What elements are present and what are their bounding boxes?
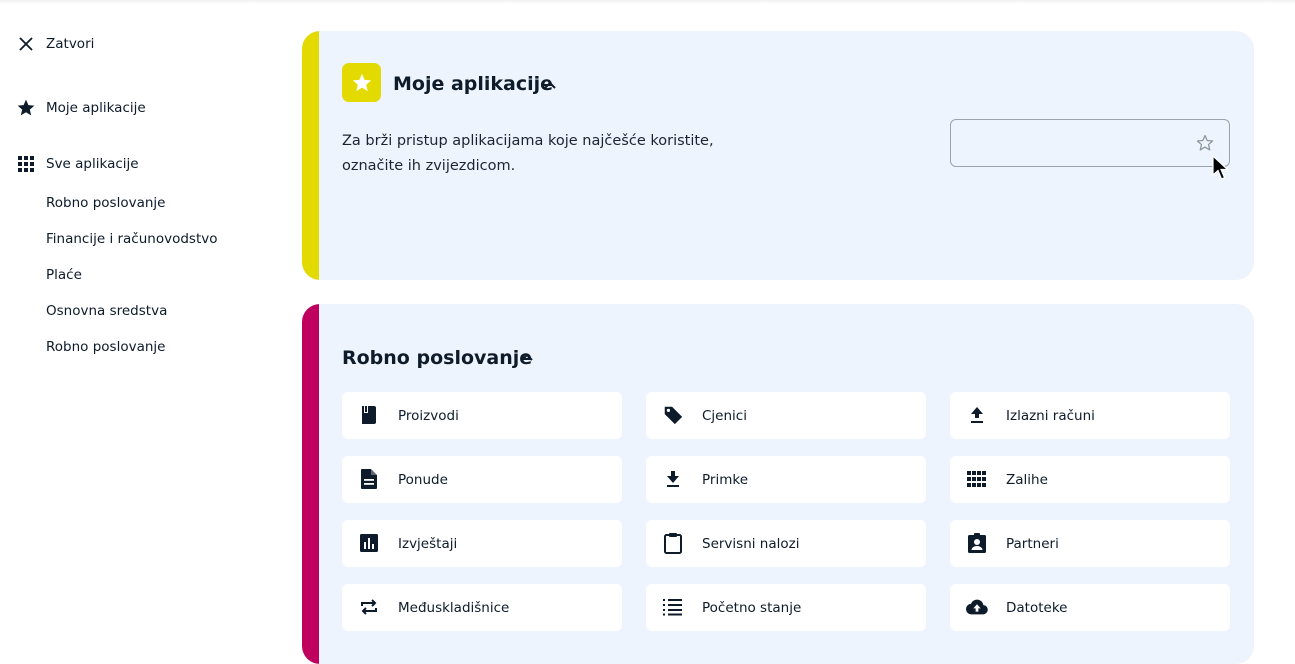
app-tile-label: Ponude: [398, 472, 448, 488]
mouse-cursor-icon: [1212, 154, 1230, 185]
sidebar-item-my-apps[interactable]: Moje aplikacije: [16, 98, 146, 118]
app-tile-proizvodi[interactable]: Proizvodi: [342, 392, 622, 439]
star-badge-icon: [342, 63, 381, 102]
app-tile-izvjestaji[interactable]: Izvještaji: [342, 520, 622, 567]
star-icon: [16, 98, 36, 118]
robno-poslovanje-card: Robno poslovanje Proizvodi Cjenici Izlaz…: [302, 304, 1254, 664]
chevron-up-icon[interactable]: [517, 347, 537, 367]
app-tile-datoteke[interactable]: Datoteke: [950, 584, 1230, 631]
cloud-upload-icon: [966, 596, 988, 618]
app-tile-label: Proizvodi: [398, 408, 459, 424]
clipboard-icon: [662, 532, 684, 554]
sidebar-category[interactable]: Robno poslovanje: [46, 339, 165, 355]
app-tile-label: Datoteke: [1006, 600, 1068, 616]
app-tile-label: Servisni nalozi: [702, 536, 800, 552]
app-tile-label: Primke: [702, 472, 748, 488]
upload-icon: [966, 404, 988, 426]
accent-bar: [302, 31, 319, 280]
app-tile-label: Izlazni računi: [1006, 408, 1095, 424]
app-tile-izlazni-racuni[interactable]: Izlazni računi: [950, 392, 1230, 439]
download-icon: [662, 468, 684, 490]
app-tile-zalihe[interactable]: Zalihe: [950, 456, 1230, 503]
app-tile-label: Izvještaji: [398, 536, 458, 552]
bar-chart-icon: [358, 532, 380, 554]
favorite-placeholder[interactable]: [950, 119, 1230, 167]
sidebar-item-label: Sve aplikacije: [46, 156, 139, 172]
tag-icon: [662, 404, 684, 426]
chevron-up-icon[interactable]: [540, 75, 560, 95]
my-apps-card: Moje aplikacije Za brži pristup aplikaci…: [302, 31, 1254, 280]
app-tile-label: Početno stanje: [702, 600, 802, 616]
swap-icon: [358, 596, 380, 618]
accent-bar: [302, 304, 319, 664]
app-tile-label: Partneri: [1006, 536, 1059, 552]
app-tile-label: Zalihe: [1006, 472, 1048, 488]
description-line: Za brži pristup aplikacijama koje najčeš…: [342, 133, 714, 149]
sidebar-category[interactable]: Financije i računovodstvo: [46, 231, 218, 247]
app-tile-servisni-nalozi[interactable]: Servisni nalozi: [646, 520, 926, 567]
sidebar-item-all-apps[interactable]: Sve aplikacije: [16, 154, 139, 174]
apps-grid-icon: [16, 154, 36, 174]
app-tile-label: Međuskladišnice: [398, 600, 510, 616]
sidebar-item-label: Moje aplikacije: [46, 100, 146, 116]
app-tile-partneri[interactable]: Partneri: [950, 520, 1230, 567]
app-tile-pocetno-stanje[interactable]: Početno stanje: [646, 584, 926, 631]
document-icon: [358, 468, 380, 490]
sidebar-category[interactable]: Osnovna sredstva: [46, 303, 167, 319]
section-title: Moje aplikacije: [393, 73, 554, 95]
sidebar: Zatvori Moje aplikacije Sve aplikacije R…: [0, 0, 290, 643]
app-tile-cjenici[interactable]: Cjenici: [646, 392, 926, 439]
my-apps-description: Za brži pristup aplikacijama koje najčeš…: [342, 129, 742, 179]
list-icon: [662, 596, 684, 618]
app-tile-label: Cjenici: [702, 408, 747, 424]
contact-badge-icon: [966, 532, 988, 554]
star-outline-icon[interactable]: [1195, 133, 1215, 157]
app-tile-meduskladisnice[interactable]: Međuskladišnice: [342, 584, 622, 631]
grid-icon: [966, 468, 988, 490]
app-tile-ponude[interactable]: Ponude: [342, 456, 622, 503]
sidebar-category[interactable]: Plaće: [46, 267, 82, 283]
close-icon: [16, 34, 36, 54]
section-title: Robno poslovanje: [342, 347, 533, 369]
app-tile-primke[interactable]: Primke: [646, 456, 926, 503]
close-label: Zatvori: [46, 36, 95, 52]
sidebar-category[interactable]: Robno poslovanje: [46, 195, 165, 211]
book-icon: [358, 404, 380, 426]
close-button[interactable]: Zatvori: [16, 34, 94, 54]
description-line: označite ih zvijezdicom.: [342, 158, 516, 174]
